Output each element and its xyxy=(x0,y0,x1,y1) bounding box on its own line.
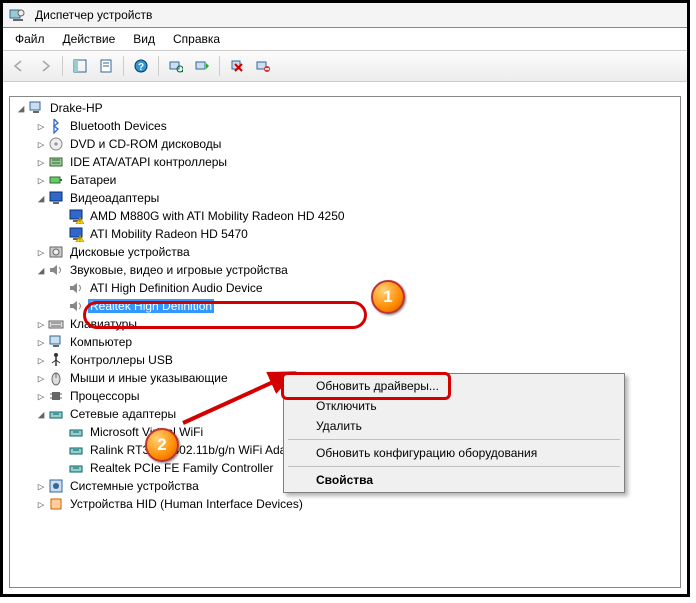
menubar: Файл Действие Вид Справка xyxy=(3,28,687,51)
tree-node-label: Устройства HID (Human Interface Devices) xyxy=(68,497,305,511)
disable-button[interactable] xyxy=(251,54,275,78)
menu-action[interactable]: Действие xyxy=(55,30,124,48)
update-driver-button[interactable] xyxy=(190,54,214,78)
tree-node-label: ATI Mobility Radeon HD 5470 xyxy=(88,227,250,241)
tree-node-label: DVD и CD-ROM дисководы xyxy=(68,137,223,151)
uninstall-button[interactable] xyxy=(225,54,249,78)
menu-file[interactable]: Файл xyxy=(7,30,53,48)
nav-back-button xyxy=(7,54,31,78)
ctx-separator xyxy=(288,439,620,440)
scan-hardware-button[interactable] xyxy=(164,54,188,78)
device-manager-window: Диспетчер устройств Файл Действие Вид Сп… xyxy=(0,0,690,597)
ctx-delete[interactable]: Удалить xyxy=(286,416,622,436)
expand-toggle-icon[interactable]: ▷ xyxy=(34,119,48,133)
help-button[interactable]: ? xyxy=(129,54,153,78)
tree-node[interactable]: ▷ Устройства HID (Human Interface Devices… xyxy=(12,495,678,513)
toolbar-sep xyxy=(158,56,159,76)
show-pane-button[interactable] xyxy=(68,54,92,78)
tree-node-label: Процессоры xyxy=(68,389,142,403)
tree-node[interactable]: ◢ Видеоадаптеры xyxy=(12,189,678,207)
tree-node[interactable]: ▷ Батареи xyxy=(12,171,678,189)
expand-toggle-icon[interactable]: ▷ xyxy=(34,389,48,403)
tree-node[interactable]: !AMD M880G with ATI Mobility Radeon HD 4… xyxy=(12,207,678,225)
tree-node-label: Дисковые устройства xyxy=(68,245,192,259)
tree-node-label: Видеоадаптеры xyxy=(68,191,161,205)
tree-node[interactable]: ATI High Definition Audio Device xyxy=(12,279,678,297)
svg-text:?: ? xyxy=(138,62,144,73)
tree-node[interactable]: ▷ Дисковые устройства xyxy=(12,243,678,261)
expand-toggle-icon[interactable]: ▷ xyxy=(34,353,48,367)
tree-node-label: ATI High Definition Audio Device xyxy=(88,281,265,295)
tree-node[interactable]: ▷ Bluetooth Devices xyxy=(12,117,678,135)
expand-toggle-icon[interactable]: ▷ xyxy=(34,245,48,259)
context-menu: Обновить драйверы... Отключить Удалить О… xyxy=(283,373,625,493)
device-tree[interactable]: ◢Drake-HP▷Bluetooth Devices▷DVD и CD-ROM… xyxy=(12,99,678,585)
ctx-properties[interactable]: Свойства xyxy=(286,470,622,490)
ctx-separator xyxy=(288,466,620,467)
tree-node[interactable]: ▷ Клавиатуры xyxy=(12,315,678,333)
tree-node[interactable]: Realtek High Definition xyxy=(12,297,678,315)
device-manager-icon xyxy=(9,7,25,23)
tree-node-label: Клавиатуры xyxy=(68,317,139,331)
tree-root[interactable]: ◢ Drake-HP xyxy=(12,99,678,117)
expand-toggle-icon[interactable]: ▷ xyxy=(34,497,48,511)
tree-node-label: Системные устройства xyxy=(68,479,201,493)
expand-toggle-icon[interactable]: ◢ xyxy=(34,191,48,205)
toolbar-sep xyxy=(62,56,63,76)
window-title: Диспетчер устройств xyxy=(35,8,152,22)
properties-button[interactable] xyxy=(94,54,118,78)
toolbar: ? xyxy=(3,51,687,82)
expand-toggle-icon[interactable]: ◢ xyxy=(34,263,48,277)
tree-root-label: Drake-HP xyxy=(48,101,105,115)
tree-node-label: Компьютер xyxy=(68,335,134,349)
expand-toggle-icon[interactable]: ▷ xyxy=(34,137,48,151)
tree-node-label: Сетевые адаптеры xyxy=(68,407,178,421)
ctx-disable[interactable]: Отключить xyxy=(286,396,622,416)
expand-toggle-icon[interactable]: ▷ xyxy=(34,173,48,187)
tree-node-label: Ralink RT3090 802.11b/g/n WiFi Adapter xyxy=(88,443,309,457)
tree-node-label: Мыши и иные указывающие xyxy=(68,371,230,385)
expand-toggle-icon[interactable]: ◢ xyxy=(14,101,28,115)
tree-node[interactable]: ◢ Звуковые, видео и игровые устройства xyxy=(12,261,678,279)
tree-node-label: Microsoft Virtual WiFi xyxy=(88,425,205,439)
toolbar-sep xyxy=(123,56,124,76)
menu-help[interactable]: Справка xyxy=(165,30,228,48)
menu-view[interactable]: Вид xyxy=(125,30,163,48)
expand-toggle-icon[interactable]: ▷ xyxy=(34,155,48,169)
expand-toggle-icon[interactable]: ◢ xyxy=(34,407,48,421)
tree-node[interactable]: ▷ Компьютер xyxy=(12,333,678,351)
tree-node-label: Звуковые, видео и игровые устройства xyxy=(68,263,290,277)
tree-node-label: Bluetooth Devices xyxy=(68,119,169,133)
expand-toggle-icon[interactable]: ▷ xyxy=(34,317,48,331)
tree-node-label: Realtek High Definition xyxy=(88,299,214,313)
nav-forward-button xyxy=(33,54,57,78)
tree-node-label: IDE ATA/ATAPI контроллеры xyxy=(68,155,229,169)
expand-toggle-icon[interactable]: ▷ xyxy=(34,371,48,385)
expand-toggle-icon[interactable]: ▷ xyxy=(34,335,48,349)
device-tree-pane: ◢Drake-HP▷Bluetooth Devices▷DVD и CD-ROM… xyxy=(9,96,681,588)
tree-node[interactable]: ▷ IDE ATA/ATAPI контроллеры xyxy=(12,153,678,171)
tree-node-label: Контроллеры USB xyxy=(68,353,175,367)
expand-toggle-icon[interactable]: ▷ xyxy=(34,479,48,493)
tree-node[interactable]: ▷ DVD и CD-ROM дисководы xyxy=(12,135,678,153)
ctx-update-drivers[interactable]: Обновить драйверы... xyxy=(286,376,622,396)
toolbar-sep xyxy=(219,56,220,76)
tree-node-label: Realtek PCIe FE Family Controller xyxy=(88,461,275,475)
titlebar: Диспетчер устройств xyxy=(3,3,687,28)
ctx-scan-hardware[interactable]: Обновить конфигурацию оборудования xyxy=(286,443,622,463)
tree-node-label: Батареи xyxy=(68,173,118,187)
tree-node[interactable]: ▷ Контроллеры USB xyxy=(12,351,678,369)
tree-node-label: AMD M880G with ATI Mobility Radeon HD 42… xyxy=(88,209,347,223)
tree-node[interactable]: !ATI Mobility Radeon HD 5470 xyxy=(12,225,678,243)
